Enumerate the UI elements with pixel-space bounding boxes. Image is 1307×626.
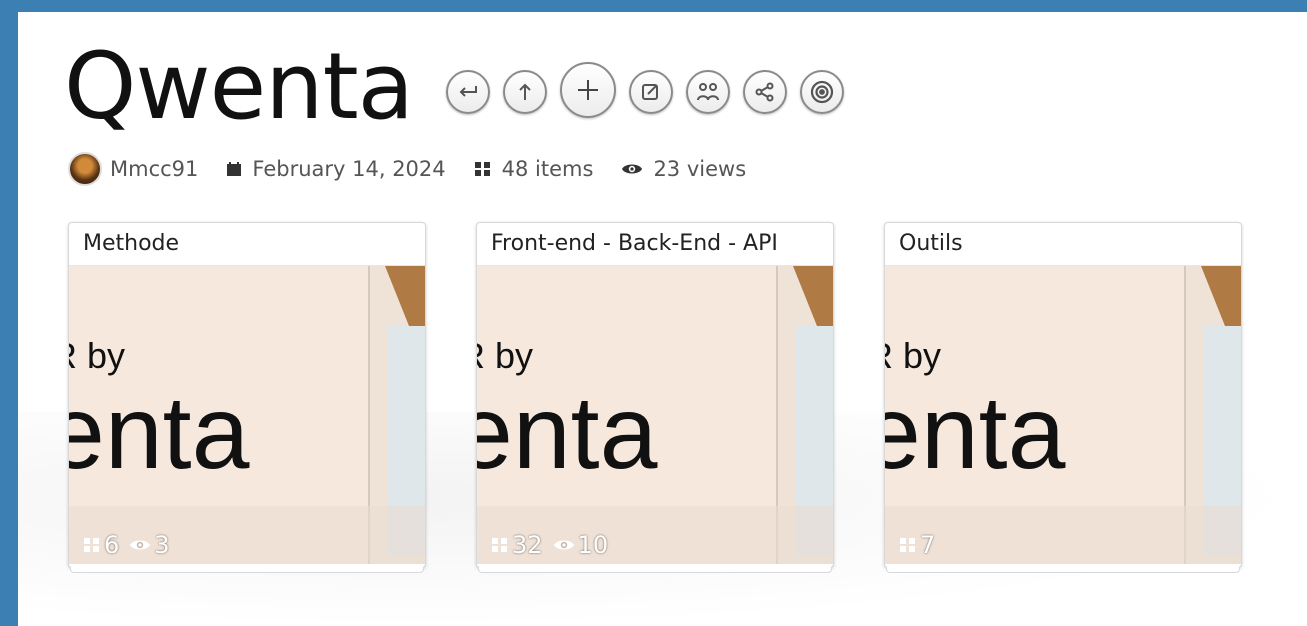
card-stats: 7 [899,531,945,559]
card-views: 10 [553,531,609,559]
share-button[interactable] [743,70,787,114]
action-toolbar [446,62,857,118]
thumb-text-big: enta [69,375,250,491]
card-items-count: 7 [920,531,936,559]
add-button[interactable] [560,62,616,118]
grid-icon [900,538,915,552]
card-stats: 32 10 [491,531,618,559]
card-views-count: 3 [154,531,170,559]
thumb-text-top: R by [477,335,533,376]
card-items-count: 6 [104,531,120,559]
card-title[interactable]: Methode [69,223,425,266]
card-stats: 6 3 [83,531,180,559]
date-text: February 14, 2024 [252,157,446,181]
collection-page: Qwenta Mmcc91 February 14, 2024 48 items… [18,12,1307,626]
card-stack-edge [70,567,424,573]
card-thumbnail[interactable]: R by enta [477,266,833,564]
edit-icon [640,81,662,103]
card-views-count: 10 [577,531,609,559]
eye-icon [621,161,643,177]
card-items-count: 32 [512,531,543,559]
card-items: 32 [491,531,543,559]
grid-icon [474,161,492,177]
back-button[interactable] [446,70,490,114]
author-link[interactable]: Mmcc91 [110,157,198,181]
page-title: Qwenta [64,33,414,140]
collaborators-icon [695,80,721,104]
views-count: 23 views [621,157,746,181]
card-title[interactable]: Outils [885,223,1241,266]
card-views: 3 [129,531,170,559]
share-icon [754,81,776,103]
edit-button[interactable] [629,70,673,114]
subcollection-card[interactable]: Front-end - Back-End - API R by enta 32 [476,222,834,573]
eye-icon [553,540,574,550]
subcollection-card[interactable]: Outils R by enta 7 [884,222,1242,573]
collaborators-button[interactable] [686,70,730,114]
calendar-icon [226,161,242,177]
date-info: February 14, 2024 [226,157,446,181]
thumb-text-top: R by [69,335,125,376]
card-thumbnail[interactable]: R by enta [885,266,1241,564]
card-stack-edge [886,567,1240,573]
items-count: 48 items [474,157,594,181]
items-text: 48 items [501,157,594,181]
card-title[interactable]: Front-end - Back-End - API [477,223,833,266]
up-icon [513,80,537,104]
thumb-text-big: enta [477,375,658,491]
up-button[interactable] [503,70,547,114]
avatar[interactable] [68,152,102,186]
eye-icon [130,540,151,550]
follow-icon [809,79,835,105]
subcollection-grid: Methode R by enta 6 [68,222,1292,573]
back-icon [456,80,480,104]
card-items: 7 [899,531,935,559]
follow-button[interactable] [800,70,844,114]
thumb-text-top: R by [885,335,941,376]
thumb-text-big: enta [885,375,1066,491]
views-text: 23 views [653,157,747,181]
card-thumbnail[interactable]: R by enta [69,266,425,564]
collection-meta: Mmcc91 February 14, 2024 48 items 23 vie… [68,152,774,186]
card-items: 6 [83,531,119,559]
subcollection-card[interactable]: Methode R by enta 6 [68,222,426,573]
card-stack-edge [478,567,832,573]
add-icon [573,75,603,105]
grid-icon [492,538,507,552]
grid-icon [84,538,99,552]
